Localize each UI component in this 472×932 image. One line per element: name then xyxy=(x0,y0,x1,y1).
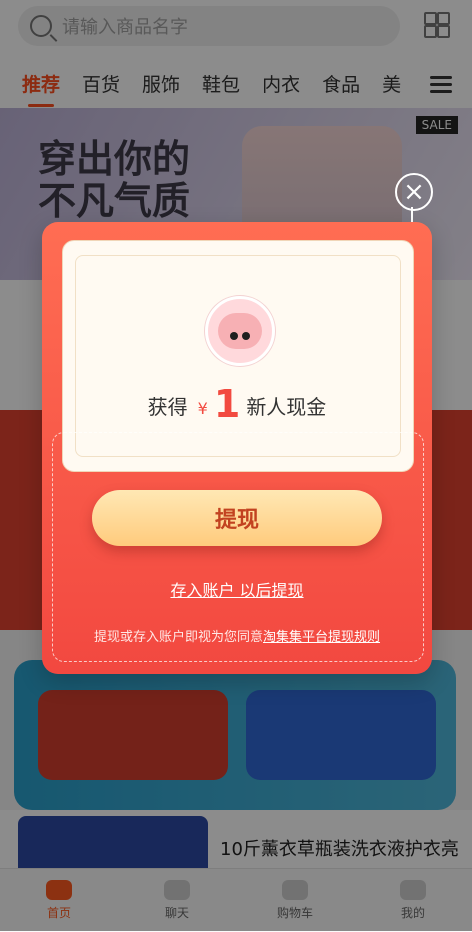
page: 请输入商品名字 推荐 百货 服饰 鞋包 内衣 食品 美 穿出你的 不凡气质 SA… xyxy=(0,0,472,932)
withdraw-button[interactable]: 提现 xyxy=(92,490,382,546)
withdraw-rules-link[interactable]: 淘集集平台提现规则 xyxy=(263,630,380,645)
reward-suffix: 新人现金 xyxy=(246,395,327,419)
peach-mascot-icon xyxy=(205,296,275,366)
agreement-text: 提现或存入账户即视为您同意淘集集平台提现规则 xyxy=(42,626,432,645)
reward-amount: 1 xyxy=(213,382,241,426)
red-envelope-popup: 获得 ¥1 新人现金 提现 存入账户 以后提现 提现或存入账户即视为您同意淘集集平台… xyxy=(42,222,432,674)
mascot-left-eye xyxy=(230,332,238,340)
close-icon[interactable]: × xyxy=(395,173,433,211)
agreement-prefix: 提现或存入账户即视为您同意 xyxy=(93,630,263,645)
mascot-right-eye xyxy=(242,332,250,340)
currency-symbol: ¥ xyxy=(197,399,208,418)
reward-text: 获得 ¥1 新人现金 xyxy=(42,382,432,426)
reward-prefix: 获得 xyxy=(147,395,188,419)
save-later-link[interactable]: 存入账户 以后提现 xyxy=(42,577,432,601)
